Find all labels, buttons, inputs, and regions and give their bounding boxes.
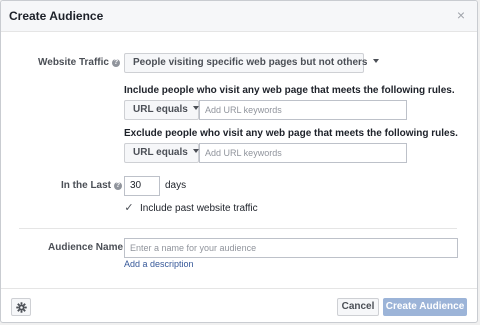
include-operator-label: URL equals <box>133 104 188 115</box>
cancel-button[interactable]: Cancel <box>337 298 379 316</box>
exclude-operator-label: URL equals <box>133 147 188 158</box>
chevron-down-icon <box>372 59 379 63</box>
help-icon[interactable]: ? <box>114 182 123 190</box>
dialog-title: Create Audience <box>9 9 104 23</box>
settings-button[interactable] <box>11 298 31 316</box>
exclude-rule-text: Exclude people who visit any web page th… <box>124 128 458 139</box>
include-operator-dropdown[interactable]: URL equals <box>124 100 199 120</box>
audience-name-input[interactable]: Enter a name for your audience <box>124 238 458 258</box>
close-icon[interactable]: × <box>455 8 467 22</box>
dialog-header: Create Audience × <box>1 1 477 32</box>
days-unit-label: days <box>165 180 187 191</box>
audience-name-label: Audience Name <box>48 242 124 253</box>
create-audience-dialog: Create Audience × Website Traffic? Peopl… <box>0 0 478 323</box>
include-rule-text: Include people who visit any web page th… <box>124 85 455 96</box>
website-traffic-dropdown[interactable]: People visiting specific web pages but n… <box>124 53 379 73</box>
chevron-down-icon <box>192 106 199 110</box>
website-traffic-label-text: Website Traffic <box>38 57 109 68</box>
include-past-traffic-checkbox[interactable]: ✓ <box>124 203 134 214</box>
gear-icon <box>16 302 27 313</box>
section-divider <box>19 228 457 229</box>
website-traffic-selected: People visiting specific web pages but n… <box>133 57 368 68</box>
help-icon[interactable]: ? <box>111 59 120 67</box>
create-audience-button[interactable]: Create Audience <box>383 298 467 316</box>
chevron-down-icon <box>192 149 199 153</box>
in-the-last-label-text: In the Last <box>61 180 112 191</box>
include-url-input[interactable]: Add URL keywords <box>199 100 407 120</box>
include-past-traffic-label: Include past website traffic <box>140 203 258 214</box>
exclude-url-input[interactable]: Add URL keywords <box>199 143 407 163</box>
footer-divider <box>1 288 477 289</box>
add-description-link[interactable]: Add a description <box>124 259 194 269</box>
exclude-operator-dropdown[interactable]: URL equals <box>124 143 199 163</box>
days-input[interactable]: 30 <box>124 176 160 196</box>
website-traffic-label: Website Traffic? <box>38 57 120 68</box>
in-the-last-label: In the Last? <box>61 180 123 191</box>
